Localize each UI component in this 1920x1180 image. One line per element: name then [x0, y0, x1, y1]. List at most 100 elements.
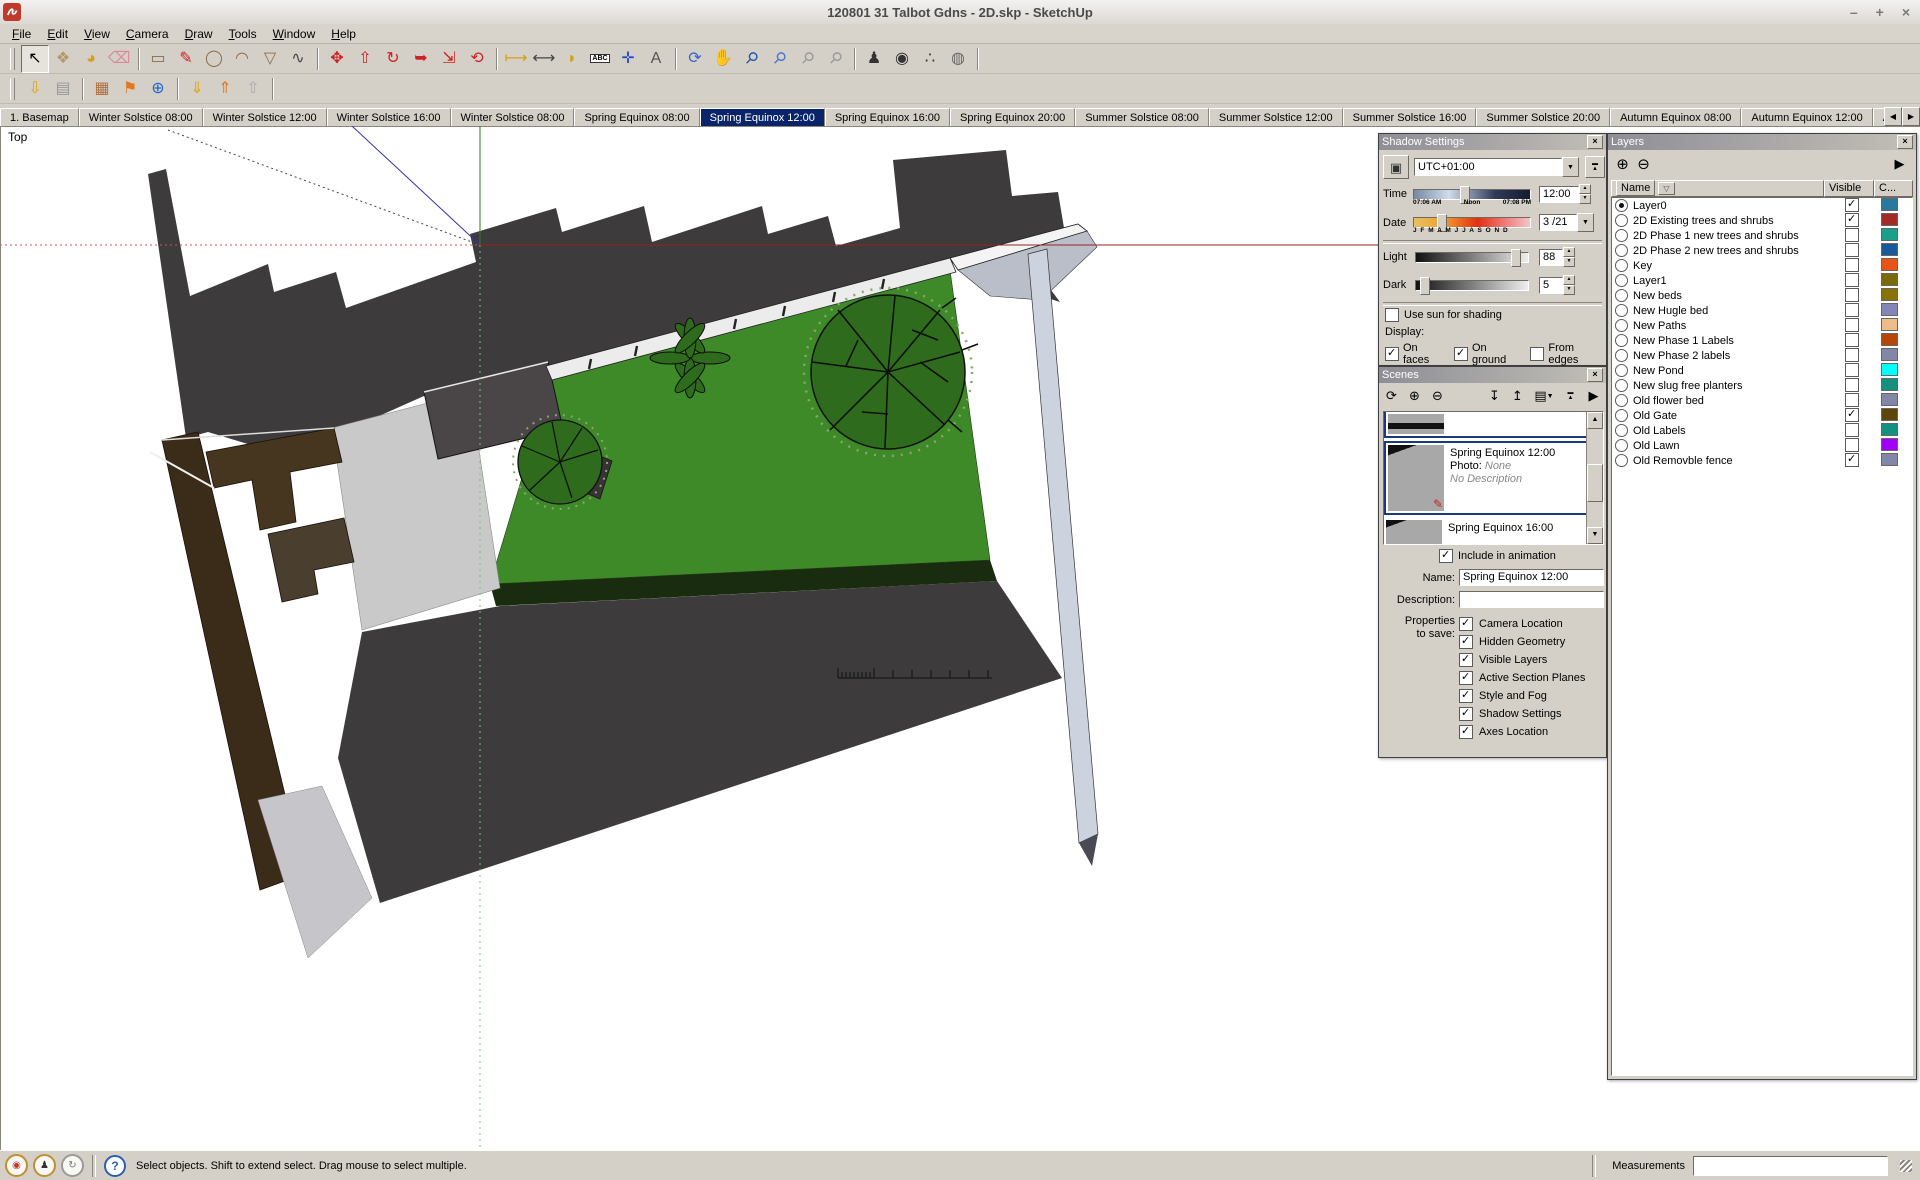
layer-row[interactable]: Old Lawn: [1612, 437, 1912, 453]
layer-color-chip[interactable]: [1881, 422, 1898, 436]
layer-color-chip[interactable]: [1881, 198, 1898, 211]
scene-tab[interactable]: Autumn Equinox 12:00: [1741, 108, 1873, 126]
layer-color-chip[interactable]: [1881, 392, 1898, 406]
walk-tool-icon[interactable]: ∴: [916, 45, 944, 73]
layer-active-radio[interactable]: [1615, 454, 1628, 467]
scene-tab[interactable]: Winter Solstice 08:00: [78, 108, 203, 126]
3d-text-tool-icon[interactable]: A: [642, 45, 670, 73]
polygon-tool-icon[interactable]: ▽: [256, 45, 284, 73]
layer-active-radio[interactable]: [1615, 439, 1628, 452]
select-tool-icon[interactable]: ↖: [21, 44, 49, 73]
scene-tab[interactable]: Winter Solstice 16:00: [326, 108, 451, 126]
layer-visible-checkbox[interactable]: [1845, 378, 1859, 392]
scale-tool-icon[interactable]: ⇲: [435, 45, 463, 73]
scroll-up-icon[interactable]: ▲: [1587, 412, 1603, 429]
raised-bed-2[interactable]: [267, 517, 355, 603]
scene-list[interactable]: ✎ Spring Equinox 12:00 Photo: None No De…: [1383, 411, 1604, 545]
shadow-settings-close-icon[interactable]: ×: [1587, 135, 1603, 149]
add-scene-icon[interactable]: ⊕: [1404, 386, 1425, 406]
text-tool-icon[interactable]: ABC: [586, 45, 614, 73]
menu-item[interactable]: View: [76, 25, 118, 43]
view-options-icon[interactable]: ▤ ▼: [1530, 386, 1558, 406]
layer-active-radio[interactable]: [1615, 334, 1628, 347]
add-location-icon[interactable]: ⇩: [21, 75, 49, 103]
light-slider-thumb[interactable]: [1511, 248, 1522, 267]
layer-row[interactable]: Layer0: [1612, 198, 1912, 213]
from-edges-checkbox[interactable]: [1530, 347, 1545, 361]
scene-property-checkbox[interactable]: [1459, 634, 1473, 649]
rectangle-tool-icon[interactable]: ▭: [144, 45, 172, 73]
layer-color-chip[interactable]: [1881, 317, 1898, 331]
toggle-terrain-icon[interactable]: ▤: [49, 75, 77, 103]
layer-visible-checkbox[interactable]: [1845, 438, 1859, 452]
layer-visible-checkbox[interactable]: [1845, 348, 1859, 362]
layer-active-radio[interactable]: [1615, 199, 1628, 212]
layer-row[interactable]: Layer1: [1612, 272, 1912, 288]
orbit-tool-icon[interactable]: ⟳: [681, 45, 709, 73]
layer-visible-checkbox[interactable]: [1845, 363, 1859, 377]
scenes-collapse-button[interactable]: ▬ ▲: [1560, 386, 1581, 406]
layers-list[interactable]: Layer0 2D Existing trees and shrubs 2D P…: [1611, 197, 1913, 1076]
dark-slider[interactable]: [1415, 276, 1529, 295]
layer-visible-checkbox[interactable]: [1845, 393, 1859, 407]
layer-row[interactable]: Old Removble fence: [1612, 452, 1912, 468]
help-icon[interactable]: ?: [104, 1154, 126, 1177]
scene-tab[interactable]: Winter Solstice 12:00: [202, 108, 327, 126]
date-input[interactable]: 3 /21: [1539, 214, 1577, 231]
protractor-icon[interactable]: ◗: [558, 45, 586, 73]
timezone-select[interactable]: UTC+01:00: [1414, 158, 1562, 176]
layers-details-icon[interactable]: ▶: [1889, 154, 1910, 174]
scene-tab[interactable]: 1. Basemap: [0, 108, 79, 126]
scene-item-partial-bottom[interactable]: Spring Equinox 16:00: [1384, 518, 1603, 544]
toolbar-button[interactable]: [670, 45, 681, 73]
layer-active-radio[interactable]: [1615, 214, 1628, 227]
toolbar-button[interactable]: [849, 45, 860, 73]
toolbar-button[interactable]: [972, 45, 983, 73]
scroll-down-icon[interactable]: ▼: [1587, 527, 1603, 544]
scroll-thumb[interactable]: [1587, 464, 1603, 502]
layer-row[interactable]: Old Gate: [1612, 407, 1912, 423]
layer-active-radio[interactable]: [1615, 409, 1628, 422]
layer-color-chip[interactable]: [1881, 287, 1898, 301]
time-spinner[interactable]: ▲ ▼: [1579, 184, 1591, 204]
add-layer-icon[interactable]: ⊕: [1612, 154, 1633, 174]
zoom-window-icon[interactable]: ⚲: [765, 45, 793, 73]
toolbar-button[interactable]: [133, 45, 144, 73]
shadow-collapse-button[interactable]: ▬ ▲: [1585, 156, 1605, 178]
scene-property-checkbox[interactable]: [1459, 670, 1473, 685]
layer-row[interactable]: 2D Phase 2 new trees and shrubs: [1612, 242, 1912, 258]
tape-measure-icon[interactable]: ⟼: [502, 45, 530, 73]
scene-description-input[interactable]: [1459, 591, 1604, 608]
layer-active-radio[interactable]: [1615, 244, 1628, 257]
toggle-shadows-button[interactable]: ▣: [1383, 155, 1409, 179]
share-model-icon[interactable]: ⇑: [211, 75, 239, 103]
menu-item[interactable]: Draw: [177, 25, 221, 43]
shadow-settings-titlebar[interactable]: Shadow Settings ×: [1379, 134, 1606, 150]
scene-tab[interactable]: Spring Equinox 12:00: [699, 108, 825, 126]
tab-scroll-left-button[interactable]: ◀: [1884, 107, 1902, 126]
remove-layer-icon[interactable]: ⊖: [1633, 154, 1654, 174]
scene-item-partial-top[interactable]: [1384, 412, 1603, 438]
scene-tab[interactable]: Summer Solstice 12:00: [1208, 108, 1343, 126]
layer-color-chip[interactable]: [1881, 242, 1898, 256]
scene-tab[interactable]: Summer Solstice 20:00: [1476, 108, 1611, 126]
layer-color-chip[interactable]: [1881, 437, 1898, 451]
scene-tab[interactable]: Autumn Equinox 08:00: [1610, 108, 1742, 126]
push-pull-tool-icon[interactable]: ⇧: [351, 45, 379, 73]
scene-property-checkbox[interactable]: [1459, 688, 1473, 703]
layer-visible-checkbox[interactable]: [1845, 228, 1859, 242]
layer-color-chip[interactable]: [1881, 302, 1898, 316]
layer-visible-checkbox[interactable]: [1845, 258, 1859, 272]
toolbar-button[interactable]: [491, 45, 502, 73]
scene-tab[interactable]: Spring Equinox 08:00: [574, 108, 700, 126]
toolbar-button[interactable]: [312, 45, 323, 73]
move-tool-icon[interactable]: ✥: [323, 45, 351, 73]
layers-titlebar[interactable]: Layers ×: [1608, 134, 1916, 150]
tab-scroll-right-button[interactable]: ▶: [1902, 107, 1920, 126]
scene-property-checkbox[interactable]: [1459, 616, 1473, 631]
rotate-tool-icon[interactable]: ↻: [379, 45, 407, 73]
resize-grip[interactable]: [1900, 1159, 1912, 1172]
date-dropdown-icon[interactable]: ▼: [1577, 213, 1594, 232]
dimension-tool-icon[interactable]: ⟷: [530, 45, 558, 73]
layer-active-radio[interactable]: [1615, 259, 1628, 272]
